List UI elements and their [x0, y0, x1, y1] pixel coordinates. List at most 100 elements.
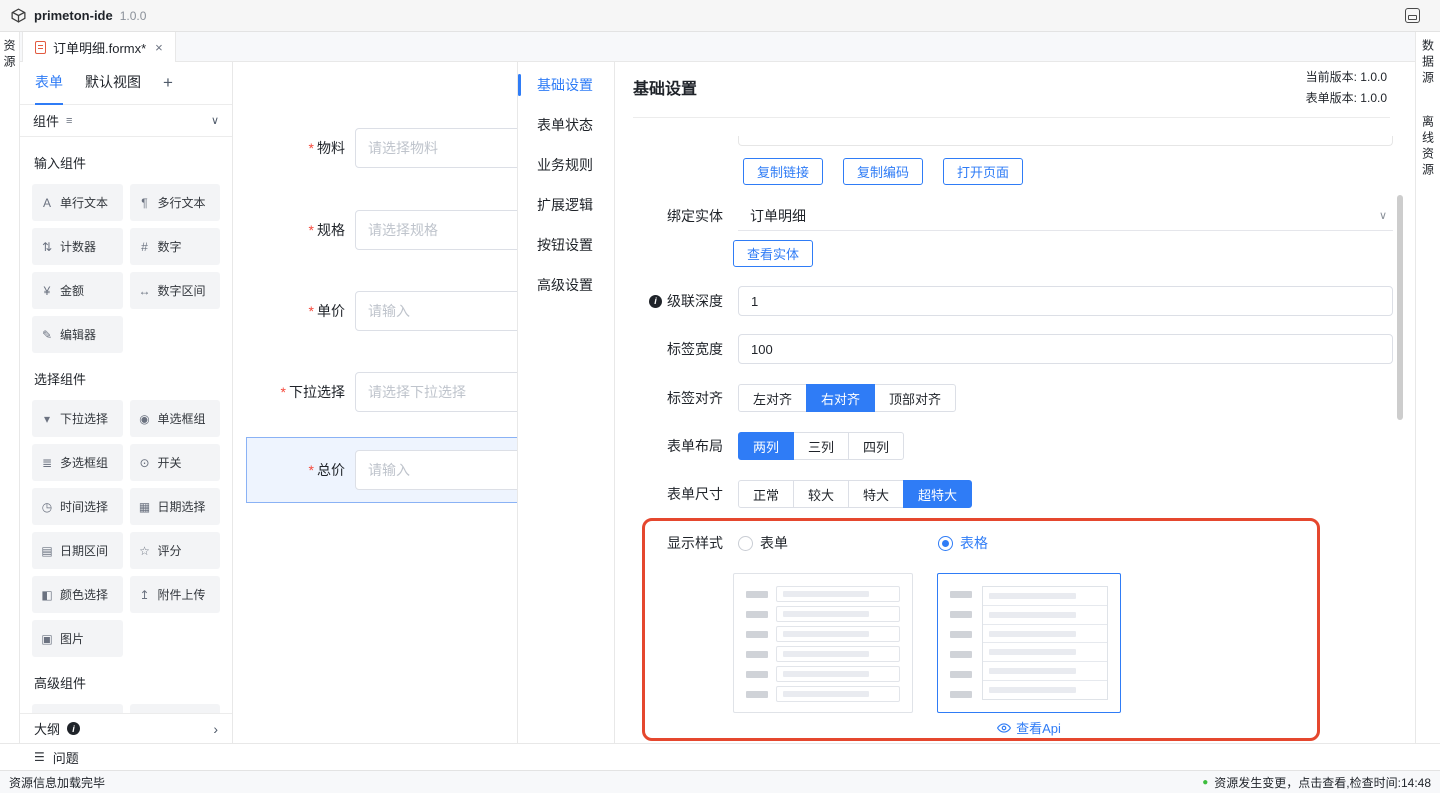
component-item-dropdown[interactable]: ▾下拉选择: [32, 400, 123, 437]
component-item[interactable]: [130, 704, 221, 713]
nav-business-rules[interactable]: 业务规则: [518, 151, 614, 179]
component-label: 日期区间: [60, 542, 108, 559]
component-item-number[interactable]: # 数字: [130, 228, 221, 265]
components-header[interactable]: 组件 ≡ ∨: [20, 105, 232, 137]
nav-advanced-settings[interactable]: 高级设置: [518, 271, 614, 299]
cascade-depth-label: 级联深度: [615, 291, 723, 311]
component-item-number-range[interactable]: ↔数字区间: [130, 272, 221, 309]
field-label: *物料: [233, 138, 345, 158]
scrollbar-thumb[interactable]: [1397, 195, 1403, 420]
component-item-multi-text[interactable]: ¶多行文本: [130, 184, 221, 221]
component-item-time-picker[interactable]: ◷时间选择: [32, 488, 123, 525]
four-column-option[interactable]: 四列: [848, 432, 904, 460]
cascade-info-icon[interactable]: i: [649, 295, 662, 308]
size-xxlarge-option[interactable]: 超特大: [903, 480, 972, 508]
component-item-color-picker[interactable]: ◧颜色选择: [32, 576, 123, 613]
field-unit-price[interactable]: *单价 请输入: [233, 291, 517, 331]
label-width-input[interactable]: [738, 334, 1393, 364]
component-item-editor[interactable]: ✎编辑器: [32, 316, 123, 353]
unit-price-input[interactable]: 请输入: [355, 291, 517, 331]
display-table-radio[interactable]: 表格: [938, 533, 988, 553]
field-label: *总价: [247, 460, 345, 480]
component-label: 单行文本: [60, 194, 108, 211]
total-price-input[interactable]: 请输入: [355, 450, 517, 490]
field-dropdown[interactable]: *下拉选择 请选择下拉选择: [233, 372, 517, 412]
two-column-option[interactable]: 两列: [738, 432, 794, 460]
eye-icon: [997, 721, 1011, 735]
app-logo-icon: [10, 7, 28, 25]
nav-basic-settings[interactable]: 基础设置: [518, 71, 614, 99]
component-item-amount[interactable]: ¥金额: [32, 272, 123, 309]
form-size-label: 表单尺寸: [615, 484, 723, 504]
material-select[interactable]: 请选择物料: [355, 128, 517, 168]
form-layout-label: 表单布局: [615, 436, 723, 456]
link-buttons: 复制链接 复制编码 打开页面: [743, 158, 1023, 185]
chevron-down-icon: ∨: [1379, 209, 1387, 222]
align-right-option[interactable]: 右对齐: [806, 384, 875, 412]
selected-field-total-price[interactable]: *总价 请输入: [246, 437, 517, 503]
component-item-rating[interactable]: ☆评分: [130, 532, 221, 569]
nav-button-settings[interactable]: 按钮设置: [518, 231, 614, 259]
component-item-file-upload[interactable]: ↥附件上传: [130, 576, 221, 613]
preview-card-form[interactable]: [733, 573, 913, 713]
align-left-option[interactable]: 左对齐: [738, 384, 807, 412]
window-layout-icon[interactable]: [1405, 8, 1420, 23]
tab-form[interactable]: 表单: [35, 62, 63, 105]
bind-entity-select[interactable]: 订单明细 ∨: [738, 201, 1393, 231]
component-item-image[interactable]: ▣图片: [32, 620, 123, 657]
display-style-row: 显示样式 表单 表格: [615, 528, 1393, 558]
form-layout-row: 表单布局 两列 三列 四列: [615, 431, 1393, 461]
display-form-radio[interactable]: 表单: [738, 533, 788, 553]
component-item-counter[interactable]: ⇅计数器: [32, 228, 123, 265]
settings-title: 基础设置: [633, 75, 697, 99]
copy-code-button[interactable]: 复制编码: [843, 158, 923, 185]
bind-entity-label: 绑定实体: [615, 206, 723, 226]
spec-select[interactable]: 请选择规格: [355, 210, 517, 250]
status-right[interactable]: ● 资源发生变更，点击查看,检查时间:14:48: [1202, 774, 1431, 791]
datasource-strip-label[interactable]: 数据源: [1420, 39, 1437, 87]
resources-strip-label[interactable]: 资源: [1, 39, 18, 71]
field-total-price[interactable]: *总价 请输入: [247, 450, 517, 490]
size-large-option[interactable]: 较大: [793, 480, 849, 508]
component-item-date-range[interactable]: ▤日期区间: [32, 532, 123, 569]
offline-resources-strip-label[interactable]: 离线资源: [1420, 115, 1437, 179]
component-item-switch[interactable]: ⊙开关: [130, 444, 221, 481]
component-label: 数字: [158, 238, 182, 255]
component-item-checkbox-group[interactable]: ≣多选框组: [32, 444, 123, 481]
copy-link-button[interactable]: 复制链接: [743, 158, 823, 185]
app-version: 1.0.0: [120, 9, 147, 23]
tab-close-icon[interactable]: ×: [155, 40, 163, 55]
form-canvas[interactable]: *物料 请选择物料 *规格 请选择规格 *单价 请输入 *下拉选择 请选择下拉选…: [233, 62, 517, 743]
add-view-button[interactable]: +: [163, 73, 173, 93]
tab-default-view[interactable]: 默认视图: [85, 62, 141, 105]
size-normal-option[interactable]: 正常: [738, 480, 794, 508]
component-item[interactable]: [32, 704, 123, 713]
component-item-single-text[interactable]: A单行文本: [32, 184, 123, 221]
component-item-date-picker[interactable]: ▦日期选择: [130, 488, 221, 525]
view-entity-button[interactable]: 查看实体: [733, 240, 813, 267]
cascade-depth-input[interactable]: [738, 286, 1393, 316]
dropdown-select[interactable]: 请选择下拉选择: [355, 372, 517, 412]
chevron-down-icon[interactable]: ∨: [211, 114, 219, 127]
field-material[interactable]: *物料 请选择物料: [233, 128, 517, 168]
component-label: 附件上传: [158, 586, 206, 603]
problems-bar[interactable]: ☰ 问题: [0, 743, 1440, 770]
nav-form-status[interactable]: 表单状态: [518, 111, 614, 139]
view-api-link[interactable]: 查看Api: [937, 718, 1121, 737]
nav-extend-logic[interactable]: 扩展逻辑: [518, 191, 614, 219]
label-width-row: 标签宽度: [615, 334, 1393, 364]
align-top-option[interactable]: 顶部对齐: [874, 384, 956, 412]
component-item-radio-group[interactable]: ◉单选框组: [130, 400, 221, 437]
preview-card-table[interactable]: [937, 573, 1121, 713]
number-icon: #: [138, 240, 152, 254]
size-xlarge-option[interactable]: 特大: [848, 480, 904, 508]
required-mark: *: [309, 222, 314, 238]
file-tab[interactable]: 订单明细.formx* ×: [22, 32, 176, 62]
form-file-icon: [35, 41, 46, 54]
bind-entity-value: 订单明细: [750, 206, 806, 226]
three-column-option[interactable]: 三列: [793, 432, 849, 460]
open-page-button[interactable]: 打开页面: [943, 158, 1023, 185]
outline-toggle[interactable]: 大纲 i ›: [20, 713, 232, 743]
radio-unchecked-icon: [738, 536, 753, 551]
field-spec[interactable]: *规格 请选择规格: [233, 210, 517, 250]
